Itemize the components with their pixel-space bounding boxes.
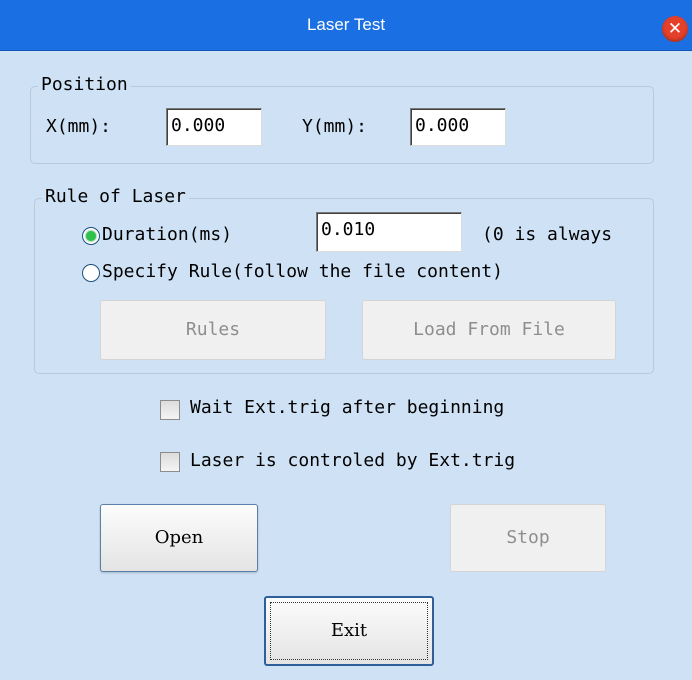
exit-button-label: Exit — [330, 620, 368, 641]
x-label: X(mm): — [46, 116, 112, 137]
position-legend: Position — [38, 74, 131, 95]
duration-label[interactable]: Duration(ms) — [102, 224, 232, 245]
rule-legend: Rule of Laser — [42, 186, 189, 207]
specify-rule-radio[interactable] — [82, 264, 100, 282]
laser-ext-trig-checkbox[interactable] — [160, 452, 180, 472]
x-input[interactable]: 0.000 — [166, 108, 262, 146]
laser-ext-trig-label[interactable]: Laser is controled by Ext.trig — [190, 450, 515, 471]
radio-selected-dot — [86, 231, 96, 241]
y-input[interactable]: 0.000 — [410, 108, 506, 146]
duration-note: (0 is always — [482, 224, 613, 245]
exit-button[interactable]: Exit — [264, 596, 434, 666]
duration-radio[interactable] — [82, 227, 100, 245]
title-bar[interactable]: Laser Test ✕ — [0, 0, 692, 51]
open-button[interactable]: Open — [100, 504, 258, 572]
specify-rule-label[interactable]: Specify Rule(follow the file content) — [102, 261, 503, 282]
wait-ext-trig-checkbox[interactable] — [160, 400, 180, 420]
rules-button[interactable]: Rules — [100, 300, 326, 360]
load-from-file-button[interactable]: Load From File — [362, 300, 616, 360]
laser-test-dialog: Laser Test ✕ Position X(mm): 0.000 Y(mm)… — [0, 0, 692, 680]
stop-button[interactable]: Stop — [450, 504, 606, 572]
wait-ext-trig-label[interactable]: Wait Ext.trig after beginning — [190, 397, 504, 418]
y-label: Y(mm): — [302, 116, 368, 137]
duration-input[interactable]: 0.010 — [316, 212, 462, 252]
close-icon[interactable]: ✕ — [662, 16, 688, 42]
window-title: Laser Test — [306, 15, 386, 34]
